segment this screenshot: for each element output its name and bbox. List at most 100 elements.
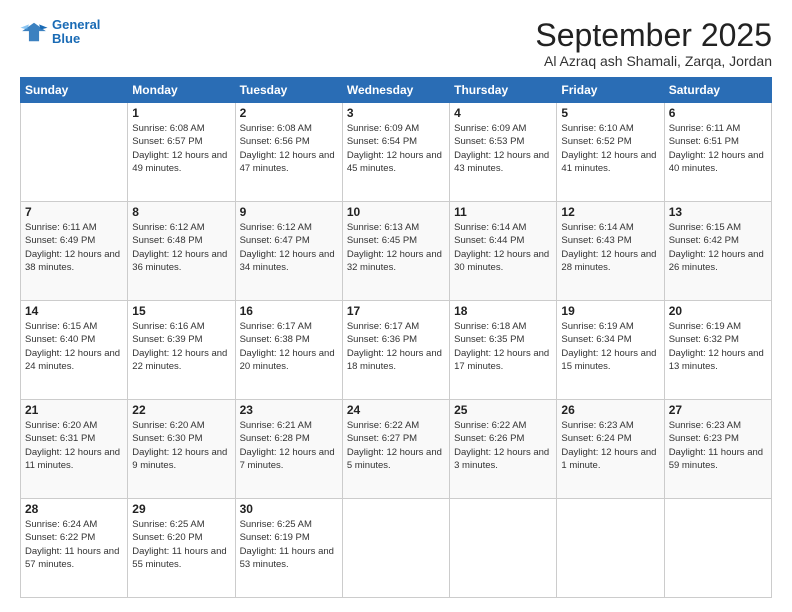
day-info: Sunrise: 6:12 AMSunset: 6:47 PMDaylight:… [240,221,338,274]
day-number: 28 [25,502,123,516]
logo: General Blue [20,18,100,47]
table-row [450,499,557,598]
table-row: 26 Sunrise: 6:23 AMSunset: 6:24 PMDayligh… [557,400,664,499]
title-area: September 2025 Al Azraq ash Shamali, Zar… [535,18,772,69]
day-info: Sunrise: 6:16 AMSunset: 6:39 PMDaylight:… [132,320,230,373]
col-friday: Friday [557,78,664,103]
day-number: 18 [454,304,552,318]
col-monday: Monday [128,78,235,103]
calendar-week-0: 1 Sunrise: 6:08 AMSunset: 6:57 PMDaylight… [21,103,772,202]
day-number: 17 [347,304,445,318]
day-info: Sunrise: 6:22 AMSunset: 6:26 PMDaylight:… [454,419,552,472]
day-info: Sunrise: 6:25 AMSunset: 6:20 PMDaylight:… [132,518,230,571]
day-number: 4 [454,106,552,120]
day-info: Sunrise: 6:10 AMSunset: 6:52 PMDaylight:… [561,122,659,175]
day-number: 14 [25,304,123,318]
day-info: Sunrise: 6:17 AMSunset: 6:38 PMDaylight:… [240,320,338,373]
table-row: 22Sunrise: 6:20 AMSunset: 6:30 PMDayligh… [128,400,235,499]
day-number: 21 [25,403,123,417]
table-row: 8 Sunrise: 6:12 AMSunset: 6:48 PMDaylight… [128,202,235,301]
day-number: 9 [240,205,338,219]
day-number: 25 [454,403,552,417]
day-number: 3 [347,106,445,120]
day-info: Sunrise: 6:19 AMSunset: 6:32 PMDaylight:… [669,320,767,373]
location: Al Azraq ash Shamali, Zarqa, Jordan [535,53,772,69]
day-number: 2 [240,106,338,120]
day-info: Sunrise: 6:21 AMSunset: 6:28 PMDaylight:… [240,419,338,472]
day-number: 27 [669,403,767,417]
table-row: 23 Sunrise: 6:21 AMSunset: 6:28 PMDayligh… [235,400,342,499]
day-info: Sunrise: 6:22 AMSunset: 6:27 PMDaylight:… [347,419,445,472]
day-number: 5 [561,106,659,120]
logo-general: General [52,17,100,32]
table-row: 21 Sunrise: 6:20 AMSunset: 6:31 PMDayligh… [21,400,128,499]
table-row: 17 Sunrise: 6:17 AMSunset: 6:36 PMDayligh… [342,301,449,400]
calendar-week-4: 28Sunrise: 6:24 AMSunset: 6:22 PMDayligh… [21,499,772,598]
col-saturday: Saturday [664,78,771,103]
col-tuesday: Tuesday [235,78,342,103]
table-row: 14Sunrise: 6:15 AMSunset: 6:40 PMDayligh… [21,301,128,400]
calendar-table: Sunday Monday Tuesday Wednesday Thursday… [20,77,772,598]
day-info: Sunrise: 6:18 AMSunset: 6:35 PMDaylight:… [454,320,552,373]
calendar-week-2: 14Sunrise: 6:15 AMSunset: 6:40 PMDayligh… [21,301,772,400]
table-row [664,499,771,598]
table-row: 6Sunrise: 6:11 AMSunset: 6:51 PMDaylight… [664,103,771,202]
logo-blue: Blue [52,31,80,46]
table-row: 10 Sunrise: 6:13 AMSunset: 6:45 PMDayligh… [342,202,449,301]
day-number: 26 [561,403,659,417]
day-number: 11 [454,205,552,219]
table-row: 5 Sunrise: 6:10 AMSunset: 6:52 PMDaylight… [557,103,664,202]
day-info: Sunrise: 6:12 AMSunset: 6:48 PMDaylight:… [132,221,230,274]
header: General Blue September 2025 Al Azraq ash… [20,18,772,69]
table-row: 18 Sunrise: 6:18 AMSunset: 6:35 PMDayligh… [450,301,557,400]
day-info: Sunrise: 6:08 AMSunset: 6:56 PMDaylight:… [240,122,338,175]
table-row: 29 Sunrise: 6:25 AMSunset: 6:20 PMDayligh… [128,499,235,598]
day-info: Sunrise: 6:19 AMSunset: 6:34 PMDaylight:… [561,320,659,373]
table-row: 24 Sunrise: 6:22 AMSunset: 6:27 PMDayligh… [342,400,449,499]
day-info: Sunrise: 6:08 AMSunset: 6:57 PMDaylight:… [132,122,230,175]
col-sunday: Sunday [21,78,128,103]
day-info: Sunrise: 6:13 AMSunset: 6:45 PMDaylight:… [347,221,445,274]
table-row [557,499,664,598]
day-number: 22 [132,403,230,417]
day-number: 19 [561,304,659,318]
table-row: 7Sunrise: 6:11 AMSunset: 6:49 PMDaylight… [21,202,128,301]
table-row: 19 Sunrise: 6:19 AMSunset: 6:34 PMDayligh… [557,301,664,400]
day-info: Sunrise: 6:23 AMSunset: 6:24 PMDaylight:… [561,419,659,472]
table-row: 25 Sunrise: 6:22 AMSunset: 6:26 PMDayligh… [450,400,557,499]
day-number: 29 [132,502,230,516]
table-row: 11Sunrise: 6:14 AMSunset: 6:44 PMDayligh… [450,202,557,301]
header-row: Sunday Monday Tuesday Wednesday Thursday… [21,78,772,103]
day-number: 10 [347,205,445,219]
table-row: 28Sunrise: 6:24 AMSunset: 6:22 PMDayligh… [21,499,128,598]
day-number: 6 [669,106,767,120]
table-row: 27Sunrise: 6:23 AMSunset: 6:23 PMDayligh… [664,400,771,499]
day-number: 15 [132,304,230,318]
day-info: Sunrise: 6:20 AMSunset: 6:31 PMDaylight:… [25,419,123,472]
day-number: 16 [240,304,338,318]
table-row: 3 Sunrise: 6:09 AMSunset: 6:54 PMDaylight… [342,103,449,202]
day-info: Sunrise: 6:25 AMSunset: 6:19 PMDaylight:… [240,518,338,571]
table-row: 1 Sunrise: 6:08 AMSunset: 6:57 PMDaylight… [128,103,235,202]
day-info: Sunrise: 6:09 AMSunset: 6:54 PMDaylight:… [347,122,445,175]
table-row: 20Sunrise: 6:19 AMSunset: 6:32 PMDayligh… [664,301,771,400]
day-info: Sunrise: 6:14 AMSunset: 6:43 PMDaylight:… [561,221,659,274]
calendar-week-1: 7Sunrise: 6:11 AMSunset: 6:49 PMDaylight… [21,202,772,301]
logo-icon [20,21,48,43]
day-number: 1 [132,106,230,120]
day-number: 8 [132,205,230,219]
calendar-page: General Blue September 2025 Al Azraq ash… [0,0,792,612]
day-number: 13 [669,205,767,219]
day-number: 23 [240,403,338,417]
logo-text: General Blue [52,18,100,47]
day-info: Sunrise: 6:15 AMSunset: 6:42 PMDaylight:… [669,221,767,274]
table-row: 12 Sunrise: 6:14 AMSunset: 6:43 PMDayligh… [557,202,664,301]
day-number: 24 [347,403,445,417]
day-info: Sunrise: 6:17 AMSunset: 6:36 PMDaylight:… [347,320,445,373]
table-row: 4 Sunrise: 6:09 AMSunset: 6:53 PMDaylight… [450,103,557,202]
table-row: 13 Sunrise: 6:15 AMSunset: 6:42 PMDayligh… [664,202,771,301]
day-info: Sunrise: 6:09 AMSunset: 6:53 PMDaylight:… [454,122,552,175]
day-info: Sunrise: 6:11 AMSunset: 6:49 PMDaylight:… [25,221,123,274]
table-row: 9 Sunrise: 6:12 AMSunset: 6:47 PMDaylight… [235,202,342,301]
day-number: 12 [561,205,659,219]
